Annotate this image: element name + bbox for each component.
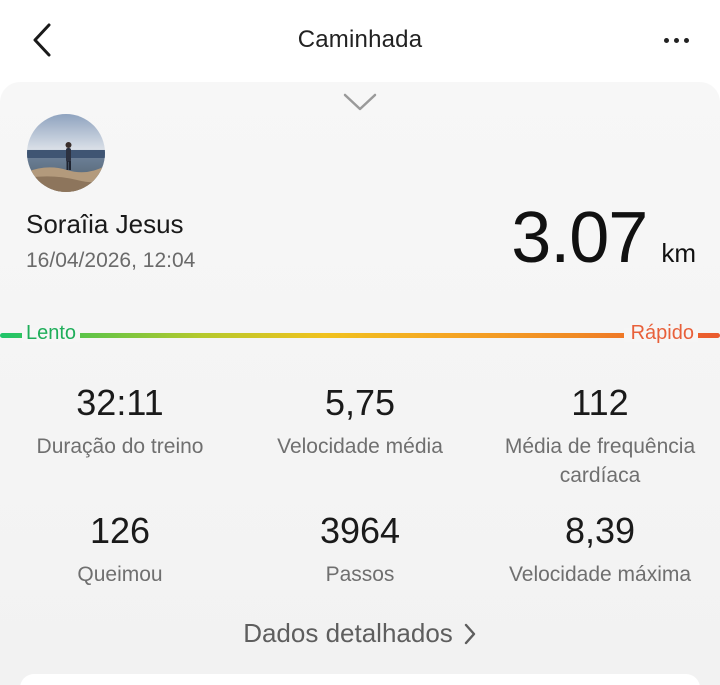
- speed-scale: Lento Rápido: [0, 320, 720, 350]
- speed-fast-label: Rápido: [630, 322, 694, 344]
- detailed-data-label: Dados detalhados: [243, 618, 453, 648]
- chevron-down-icon: [343, 93, 377, 111]
- stat-duration: 32:11 Duração do treino: [0, 382, 240, 461]
- distance-unit: km: [661, 238, 696, 268]
- stat-max-speed: 8,39 Velocidade máxima: [480, 510, 720, 589]
- stat-steps: 3964 Passos: [240, 510, 480, 589]
- speed-gradient-bar: [0, 333, 720, 338]
- stat-average-speed: 5,75 Velocidade média: [240, 382, 480, 461]
- user-name: Soraîia Jesus: [26, 209, 184, 239]
- stat-label: Passos: [325, 563, 395, 586]
- stat-calories: 126 Queimou: [0, 510, 240, 589]
- avatar[interactable]: [27, 114, 105, 192]
- workout-datetime: 16/04/2026, 12:04: [26, 249, 196, 272]
- collapse-button[interactable]: [340, 90, 380, 114]
- detailed-data-link[interactable]: Dados detalhados: [0, 618, 720, 649]
- stat-label: Duração do treino: [36, 435, 204, 458]
- stat-value: 32:11: [76, 382, 164, 423]
- stat-value: 126: [89, 510, 151, 551]
- stat-value: 3964: [319, 510, 401, 551]
- next-section-card: [20, 674, 700, 685]
- avatar-photo: [27, 114, 105, 192]
- stat-value: 112: [571, 382, 629, 423]
- stat-average-heart-rate: 112 Média de frequência cardíaca: [480, 382, 720, 490]
- stat-label: Queimou: [77, 563, 163, 586]
- page-title: Caminhada: [297, 26, 423, 53]
- stat-label: Média de frequência cardíaca: [504, 435, 696, 487]
- more-horizontal-icon: [663, 37, 669, 43]
- distance-display: 3.07 km: [511, 202, 696, 274]
- workout-summary-card: Soraîia Jesus 16/04/2026, 12:04 3.07 km …: [0, 82, 720, 685]
- stat-label: Velocidade máxima: [508, 563, 692, 586]
- speed-slow-label: Lento: [26, 322, 77, 344]
- more-options-button[interactable]: [654, 22, 698, 58]
- distance-value: 3.07: [511, 198, 648, 278]
- stat-value: 5,75: [324, 382, 396, 423]
- stat-value: 8,39: [564, 510, 636, 551]
- top-bar: Caminhada: [0, 0, 720, 82]
- chevron-right-icon: [464, 623, 475, 644]
- stat-label: Velocidade média: [277, 435, 443, 458]
